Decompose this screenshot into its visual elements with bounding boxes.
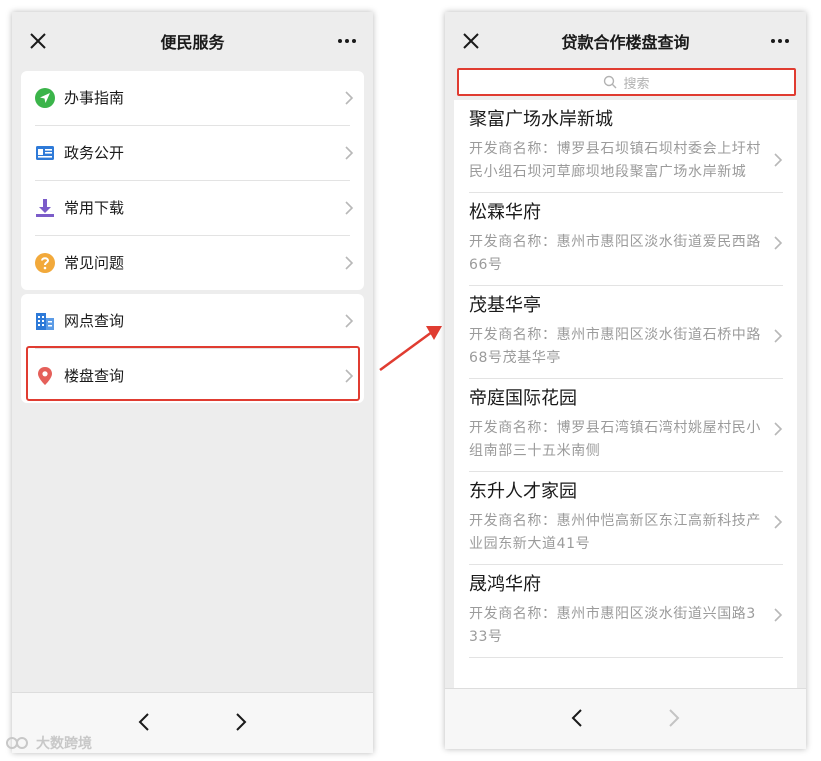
estate-name: 聚富广场水岸新城 (469, 109, 613, 130)
chevron-right-icon (774, 236, 783, 250)
page-title: 贷款合作楼盘查询 (561, 33, 690, 52)
watermark-logo-icon (6, 737, 28, 749)
download-icon (36, 199, 54, 217)
chevron-right-icon (345, 146, 354, 160)
more-icon[interactable] (768, 30, 792, 52)
chevron-right-icon (345, 314, 354, 328)
search-placeholder: 搜索 (623, 76, 650, 92)
watermark: 大数跨境 (6, 733, 92, 753)
highlight-estate-query (26, 346, 360, 401)
bottom-toolbar (445, 688, 806, 749)
back-arrow-icon[interactable] (567, 707, 589, 729)
right-nav-bar: 贷款合作楼盘查询 (445, 12, 806, 70)
watermark-text: 大数跨境 (36, 736, 92, 752)
developer-info: 开发商名称：博罗县石坝镇石坝村委会上圩村民小组石坝河草廊坝地段聚富广场水岸新城 (469, 141, 761, 180)
menu-item-faq[interactable]: 常见问题 (21, 236, 364, 290)
search-icon (604, 75, 617, 89)
question-circle-icon (35, 253, 55, 273)
estate-name: 帝庭国际花园 (469, 388, 577, 409)
estate-list: 聚富广场水岸新城 开发商名称：博罗县石坝镇石坝村委会上圩村民小组石坝河草廊坝地段… (454, 100, 797, 690)
left-phone-screen: 便民服务 办事指南 政务公开 常用下载 常见问题 网点查询 楼盘查询 (12, 12, 373, 753)
list-item[interactable]: 晟鸿华府 开发商名称：惠州市惠阳区淡水街道兴国路333号 (469, 565, 783, 658)
list-item[interactable]: 东升人才家园 开发商名称：惠州仲恺高新区东江高新科技产业园东新大道41号 (469, 472, 783, 565)
chevron-right-icon (345, 256, 354, 270)
developer-info: 开发商名称：惠州仲恺高新区东江高新科技产业园东新大道41号 (469, 513, 761, 552)
search-input[interactable]: 搜索 (457, 68, 796, 96)
chevron-right-icon (774, 422, 783, 436)
chevron-right-icon (774, 153, 783, 167)
menu-item-label: 办事指南 (64, 89, 125, 107)
menu-group-services: 办事指南 政务公开 常用下载 常见问题 (21, 71, 364, 290)
left-nav-bar: 便民服务 (12, 12, 373, 70)
forward-arrow-icon[interactable] (229, 711, 251, 733)
menu-item-label: 常见问题 (64, 254, 125, 272)
back-arrow-icon[interactable] (134, 711, 156, 733)
estate-name: 东升人才家园 (469, 481, 577, 502)
developer-info: 开发商名称：惠州市惠阳区淡水街道爱民西路66号 (469, 234, 761, 273)
list-item[interactable]: 松霖华府 开发商名称：惠州市惠阳区淡水街道爱民西路66号 (469, 193, 783, 286)
menu-item-branch-query[interactable]: 网点查询 (21, 294, 364, 348)
navigation-arrow-icon (35, 88, 55, 108)
estate-name: 松霖华府 (469, 202, 541, 223)
close-icon[interactable] (26, 29, 50, 53)
estate-name: 晟鸿华府 (469, 574, 541, 595)
right-phone-screen: 贷款合作楼盘查询 搜索 聚富广场水岸新城 开发商名称：博罗县石坝镇石坝村委会上圩… (445, 12, 806, 749)
developer-info: 开发商名称：惠州市惠阳区淡水街道石桥中路68号茂基华亭 (469, 327, 761, 366)
menu-item-label: 常用下载 (64, 199, 125, 217)
chevron-right-icon (774, 329, 783, 343)
id-card-icon (36, 146, 54, 160)
chevron-right-icon (345, 91, 354, 105)
list-item[interactable]: 帝庭国际花园 开发商名称：博罗县石湾镇石湾村姚屋村民小组南部三十五米南侧 (469, 379, 783, 472)
menu-item-label: 政务公开 (64, 144, 125, 162)
menu-item-label: 网点查询 (64, 312, 125, 330)
page-title: 便民服务 (160, 33, 225, 52)
chevron-right-icon (774, 515, 783, 529)
estate-name: 茂基华亭 (469, 295, 541, 316)
chevron-right-icon (345, 201, 354, 215)
menu-item-downloads[interactable]: 常用下载 (21, 181, 364, 235)
transition-arrow-icon (379, 326, 442, 372)
developer-info: 开发商名称：惠州市惠阳区淡水街道兴国路333号 (469, 606, 756, 645)
forward-arrow-icon (669, 709, 680, 727)
list-item[interactable]: 聚富广场水岸新城 开发商名称：博罗县石坝镇石坝村委会上圩村民小组石坝河草廊坝地段… (469, 100, 783, 193)
developer-info: 开发商名称：博罗县石湾镇石湾村姚屋村民小组南部三十五米南侧 (469, 420, 761, 459)
more-icon[interactable] (335, 30, 359, 52)
list-item[interactable]: 茂基华亭 开发商名称：惠州市惠阳区淡水街道石桥中路68号茂基华亭 (469, 286, 783, 379)
building-icon (36, 313, 54, 330)
menu-item-public-info[interactable]: 政务公开 (21, 126, 364, 180)
chevron-right-icon (774, 608, 783, 622)
close-icon[interactable] (459, 29, 483, 53)
menu-item-guide[interactable]: 办事指南 (21, 71, 364, 125)
